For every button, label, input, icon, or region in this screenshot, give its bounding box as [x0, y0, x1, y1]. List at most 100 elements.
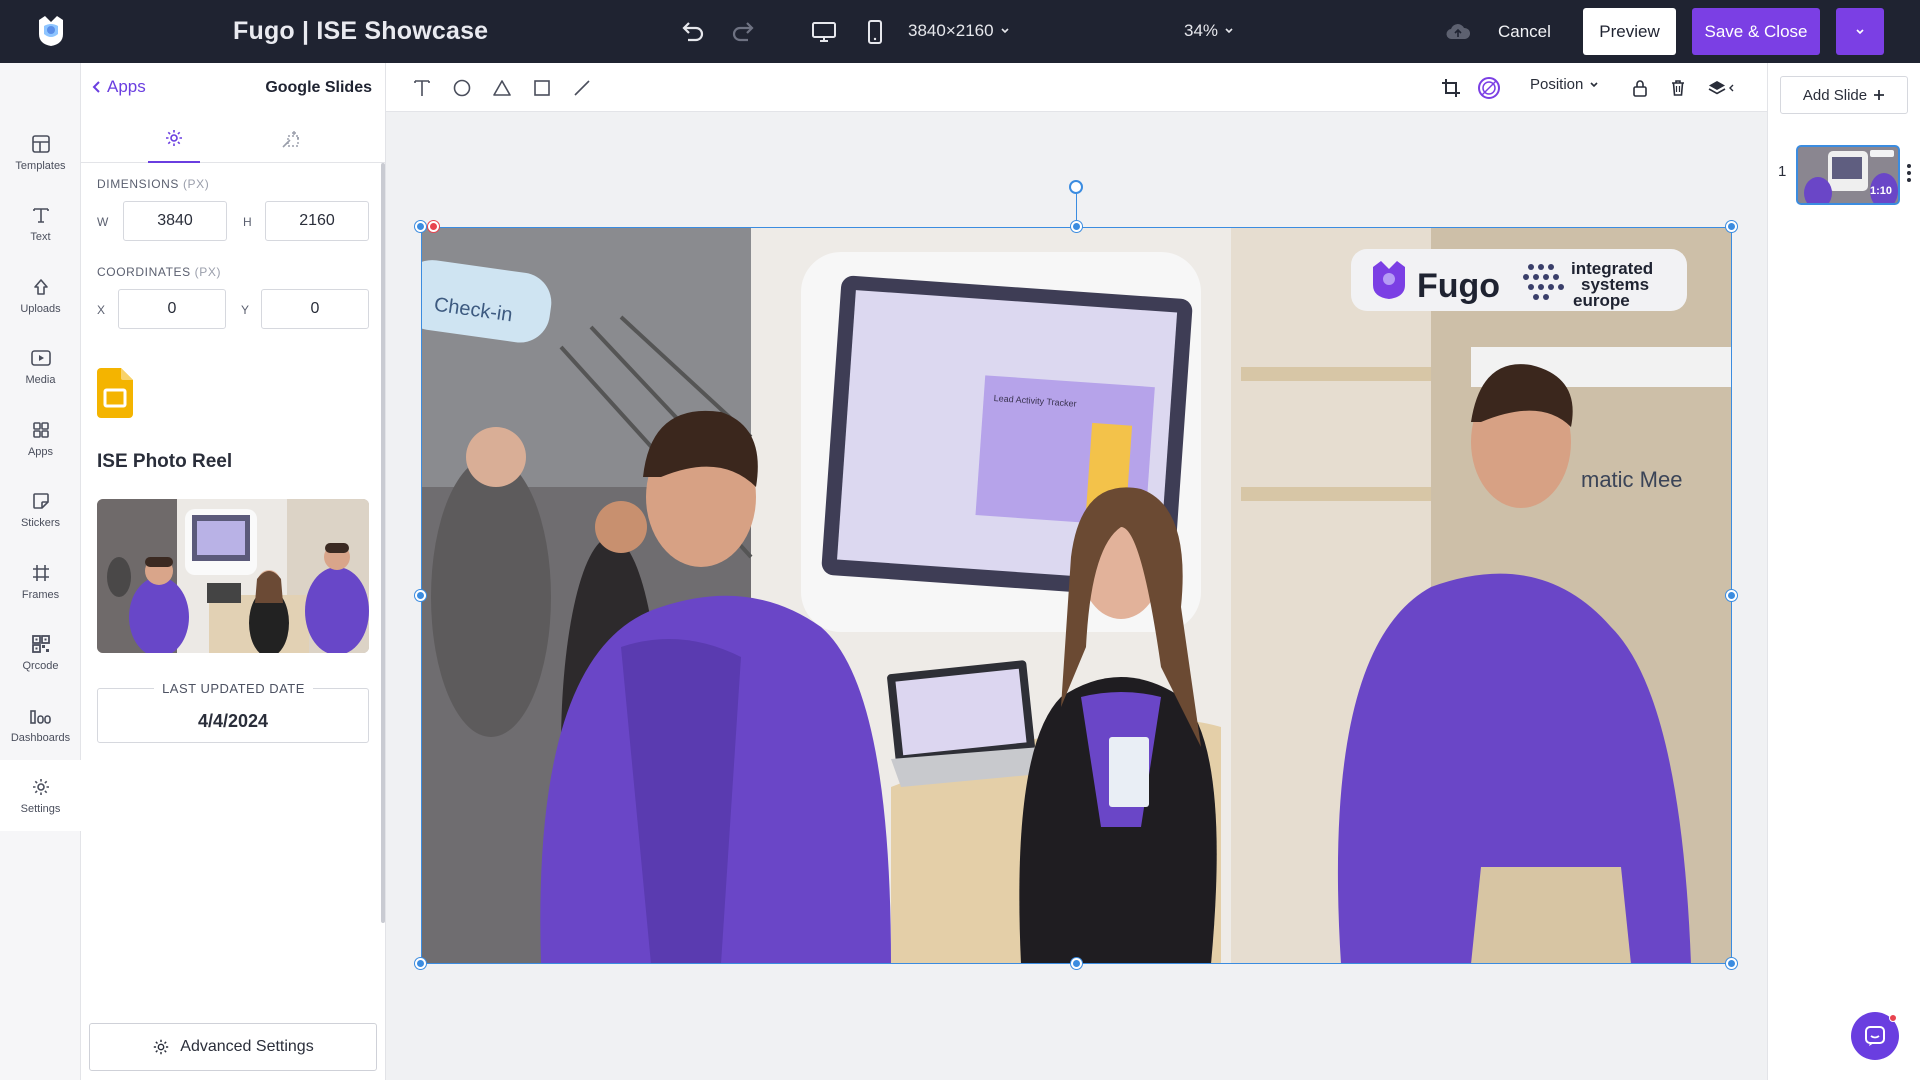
layers-icon: [1708, 81, 1726, 95]
rail-label: Text: [30, 230, 51, 243]
upload-icon: [33, 278, 48, 295]
chat-icon: [1865, 1026, 1885, 1046]
tab-animation[interactable]: [265, 115, 317, 163]
coordinates-label: COORDINATES (PX): [97, 265, 221, 279]
add-slide-label: Add Slide: [1802, 86, 1868, 104]
rail-item-uploads[interactable]: Uploads: [0, 260, 81, 331]
y-label: Y: [241, 303, 250, 317]
rail-item-text[interactable]: Text: [0, 188, 81, 259]
panel-tabs: [81, 115, 386, 163]
document-title[interactable]: Fugo | ISE Showcase: [233, 17, 488, 46]
zoom-dropdown[interactable]: 34%: [1184, 21, 1234, 41]
rail-label: Templates: [15, 159, 66, 172]
resize-handle-r[interactable]: [1726, 590, 1737, 601]
plus-icon: [1874, 90, 1885, 100]
triangle-tool-icon[interactable]: [489, 75, 515, 101]
zoom-value: 34%: [1184, 21, 1219, 40]
slide-menu-icon[interactable]: [1906, 163, 1912, 188]
slides-sidebar: Add Slide 1 1:10: [1767, 63, 1920, 1080]
resize-handle-bl[interactable]: [415, 958, 426, 969]
height-input[interactable]: 2160: [265, 201, 369, 241]
slide-thumbnail[interactable]: 1:10: [1796, 145, 1900, 205]
app-name: ISE Photo Reel: [97, 451, 233, 472]
resize-handle-br[interactable]: [1726, 958, 1737, 969]
rail-item-frames[interactable]: Frames: [0, 546, 81, 617]
sticker-icon: [32, 492, 49, 509]
panel-title: Google Slides: [265, 79, 372, 96]
gear-icon: [154, 1039, 169, 1055]
cancel-button[interactable]: Cancel: [1490, 15, 1559, 49]
x-input[interactable]: 0: [118, 289, 226, 329]
y-input[interactable]: 0: [261, 289, 369, 329]
resize-handle-b[interactable]: [1071, 958, 1082, 969]
line-tool-icon[interactable]: [569, 75, 595, 101]
rail-label: Frames: [21, 588, 60, 601]
rail-item-stickers[interactable]: Stickers: [0, 474, 81, 545]
resize-handle-tr[interactable]: [1726, 221, 1737, 232]
media-icon: [30, 349, 51, 366]
rectangle-tool-icon[interactable]: [529, 75, 555, 101]
fugo-logo-icon[interactable]: [36, 14, 66, 48]
slide-number: 1: [1778, 163, 1787, 180]
position-label: Position: [1530, 76, 1584, 93]
templates-icon: [31, 134, 50, 153]
top-bar: Fugo | ISE Showcase 3840×2160 34% Cancel…: [0, 0, 1920, 63]
qrcode-icon: [31, 634, 50, 653]
position-dropdown[interactable]: Position: [1530, 76, 1599, 93]
circle-tool-icon[interactable]: [449, 75, 475, 101]
save-options-button[interactable]: [1836, 8, 1884, 55]
unit-label: (PX): [182, 177, 210, 191]
dimensions-text: DIMENSIONS: [97, 177, 180, 191]
trash-icon[interactable]: [1665, 75, 1691, 101]
dashboards-icon: [29, 709, 51, 724]
rail-label: Media: [25, 373, 56, 386]
tab-settings[interactable]: [148, 115, 200, 163]
frames-icon: [32, 564, 49, 581]
advanced-settings-label: Advanced Settings: [180, 1038, 314, 1055]
rail-item-templates[interactable]: Templates: [0, 117, 81, 188]
layers-dropdown[interactable]: [1703, 75, 1739, 101]
rail-item-apps[interactable]: Apps: [0, 403, 81, 474]
rail-label: Settings: [20, 802, 61, 815]
preview-button[interactable]: Preview: [1583, 8, 1676, 55]
filter-icon[interactable]: [1476, 75, 1502, 101]
redo-icon[interactable]: [728, 16, 760, 48]
coordinates-text: COORDINATES: [97, 265, 191, 279]
rail-item-qrcode[interactable]: Qrcode: [0, 617, 81, 688]
back-to-apps-link[interactable]: Apps: [91, 77, 146, 97]
add-slide-button[interactable]: Add Slide: [1780, 76, 1908, 114]
resize-handle-t[interactable]: [1071, 221, 1082, 232]
lock-icon[interactable]: [1627, 75, 1653, 101]
panel-scrollbar[interactable]: [381, 163, 385, 923]
cloud-sync-icon: [1442, 16, 1474, 48]
settings-panel: Apps Google Slides DIMENSIONS (PX) W 384…: [81, 63, 386, 1080]
width-label: W: [97, 215, 109, 229]
text-icon: [32, 207, 49, 223]
chat-support-button[interactable]: [1851, 1012, 1899, 1060]
apps-icon: [32, 421, 49, 438]
resize-handle-tl[interactable]: [415, 221, 426, 232]
animation-icon: [282, 131, 299, 148]
rail-item-settings[interactable]: Settings: [0, 760, 81, 831]
resolution-dropdown[interactable]: 3840×2160: [908, 21, 1010, 41]
anchor-handle[interactable]: [428, 221, 439, 232]
slide-duration: 1:10: [1869, 185, 1892, 197]
rail-item-media[interactable]: Media: [0, 331, 81, 402]
save-close-button[interactable]: Save & Close: [1692, 8, 1820, 55]
undo-icon[interactable]: [676, 16, 708, 48]
mobile-view-icon[interactable]: [859, 16, 891, 48]
advanced-settings-button[interactable]: Advanced Settings: [89, 1023, 377, 1071]
resize-handle-l[interactable]: [415, 590, 426, 601]
height-label: H: [243, 215, 252, 229]
desktop-view-icon[interactable]: [808, 16, 840, 48]
rotate-handle[interactable]: [1069, 180, 1083, 194]
last-updated-text: LAST UPDATED DATE: [154, 681, 313, 696]
back-label: Apps: [107, 77, 146, 96]
rail-label: Uploads: [20, 302, 61, 315]
width-input[interactable]: 3840: [123, 201, 227, 241]
rail-item-dashboards[interactable]: Dashboards: [0, 689, 81, 760]
last-updated-label: LAST UPDATED DATE: [81, 681, 386, 696]
text-tool-icon[interactable]: [409, 75, 435, 101]
selection-frame: [421, 227, 1732, 964]
crop-icon[interactable]: [1438, 75, 1464, 101]
